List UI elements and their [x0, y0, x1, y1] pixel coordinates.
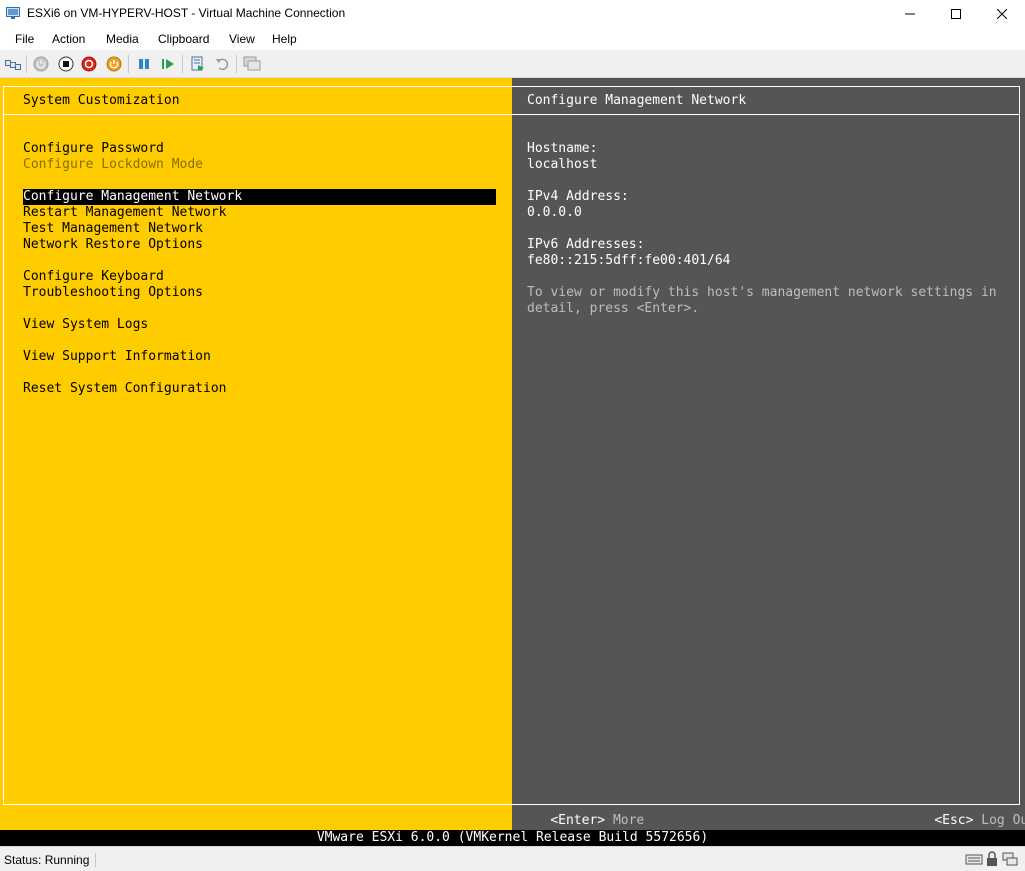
menu-bar: File Action Media Clipboard View Help	[0, 28, 1025, 50]
network-icon	[1002, 852, 1018, 866]
toolbar-separator	[236, 55, 237, 73]
toolbar-separator	[26, 55, 27, 73]
menu-option-reset-system-configuration[interactable]: Reset System Configuration	[23, 381, 227, 397]
turn-off-icon	[58, 56, 74, 72]
enter-action: More	[612, 813, 645, 828]
ipv6-label: IPv6 Addresses:	[527, 237, 645, 252]
hostname-label: Hostname:	[527, 141, 598, 156]
right-pane-title: Configure Management Network	[527, 93, 747, 108]
ipv4-value: 0.0.0.0	[527, 205, 582, 220]
esc-key: <Esc>	[934, 813, 974, 828]
menu-option-configure-keyboard[interactable]: Configure Keyboard	[23, 269, 164, 285]
checkpoint-button[interactable]	[189, 55, 207, 73]
toolbar-separator	[128, 55, 129, 73]
menu-option-network-restore-options[interactable]: Network Restore Options	[23, 237, 203, 253]
hint-line-1: To view or modify this host's management…	[527, 285, 997, 300]
ipv4-label: IPv4 Address:	[527, 189, 629, 204]
lock-icon	[987, 851, 997, 866]
minimize-icon	[905, 13, 915, 15]
maximize-icon	[951, 9, 961, 19]
enter-key: <Enter>	[550, 813, 606, 828]
vm-console[interactable]: System Customization Configure Managemen…	[0, 78, 1025, 846]
keyboard-icon	[965, 854, 983, 865]
menu-action[interactable]: Action	[50, 31, 87, 47]
status-bar: Status: Running	[0, 846, 1025, 871]
close-button[interactable]	[979, 0, 1025, 28]
ctrl-alt-del-icon	[5, 60, 21, 70]
toolbar	[0, 50, 1025, 78]
ctrl-alt-del-button[interactable]	[4, 55, 22, 73]
checkpoint-icon	[191, 56, 204, 71]
revert-icon	[216, 58, 229, 71]
toolbar-separator	[182, 55, 183, 73]
menu-clipboard[interactable]: Clipboard	[156, 31, 211, 47]
status-text: Status: Running	[4, 853, 97, 867]
resume-icon	[162, 59, 174, 69]
turn-off-button[interactable]	[57, 55, 75, 73]
esxi-version-footer: VMware ESXi 6.0.0 (VMKernel Release Buil…	[0, 830, 1025, 846]
save-state-button[interactable]	[105, 55, 123, 73]
status-icons	[965, 851, 1019, 867]
esc-action: Log Out	[981, 813, 1025, 828]
resume-button[interactable]	[159, 55, 177, 73]
save-state-icon	[106, 56, 122, 72]
shutdown-button[interactable]	[80, 55, 98, 73]
left-pane-title: System Customization	[23, 93, 180, 108]
menu-option-configure-password[interactable]: Configure Password	[23, 141, 164, 157]
minimize-button[interactable]	[887, 0, 933, 28]
enhanced-session-button[interactable]	[243, 55, 261, 73]
maximize-button[interactable]	[933, 0, 979, 28]
menu-option-view-system-logs[interactable]: View System Logs	[23, 317, 148, 333]
start-icon	[33, 56, 49, 72]
close-icon	[997, 9, 1007, 19]
menu-option-troubleshooting-options[interactable]: Troubleshooting Options	[23, 285, 203, 301]
header-divider	[4, 114, 1020, 115]
menu-help[interactable]: Help	[270, 31, 299, 47]
window-title: ESXi6 on VM-HYPERV-HOST - Virtual Machin…	[27, 6, 346, 20]
menu-view[interactable]: View	[227, 31, 257, 47]
menu-option-configure-management-network[interactable]: Configure Management Network	[23, 189, 496, 205]
menu-file[interactable]: File	[13, 31, 36, 47]
menu-option-configure-lockdown-mode: Configure Lockdown Mode	[23, 157, 204, 172]
hostname-value: localhost	[527, 157, 598, 172]
enhanced-session-icon	[243, 56, 261, 71]
revert-button[interactable]	[213, 55, 231, 73]
vm-connection-icon	[6, 7, 20, 19]
hint-line-2: detail, press <Enter>.	[527, 301, 700, 316]
menu-option-test-management-network[interactable]: Test Management Network	[23, 221, 203, 237]
start-button[interactable]	[32, 55, 50, 73]
shutdown-icon	[81, 56, 97, 72]
pause-icon	[139, 59, 149, 69]
pause-button[interactable]	[135, 55, 153, 73]
menu-media[interactable]: Media	[104, 31, 141, 47]
menu-option-restart-management-network[interactable]: Restart Management Network	[23, 205, 227, 221]
menu-option-view-support-information[interactable]: View Support Information	[23, 349, 211, 365]
title-bar: ESXi6 on VM-HYPERV-HOST - Virtual Machin…	[0, 0, 1025, 28]
ipv6-value: fe80::215:5dff:fe00:401/64	[527, 253, 731, 268]
